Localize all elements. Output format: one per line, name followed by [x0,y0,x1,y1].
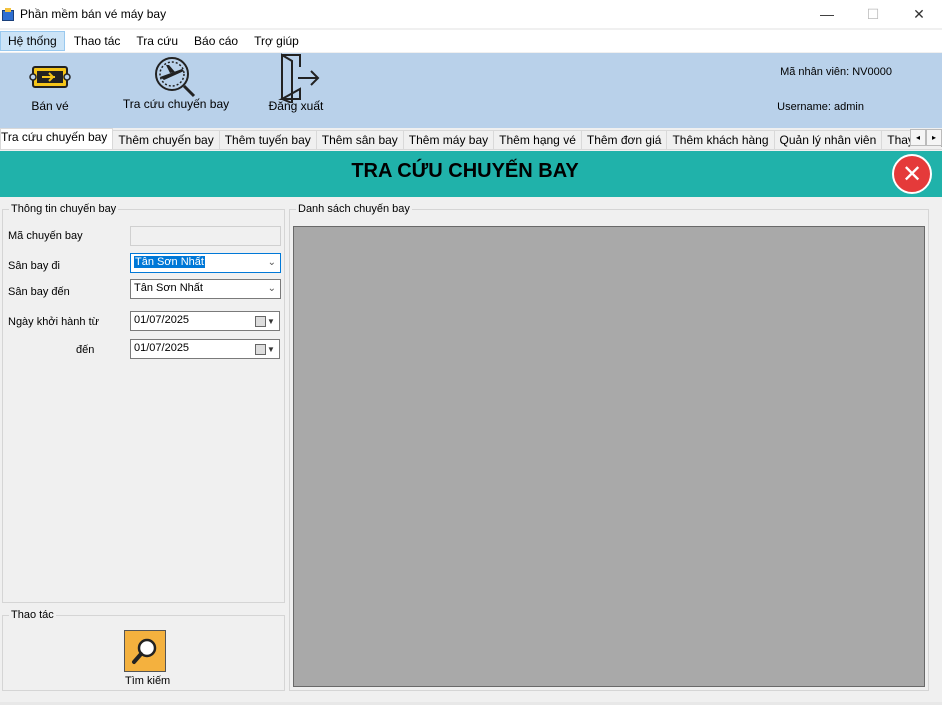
employee-id-text: Mã nhân viên: NV0000 [780,66,892,78]
tab-them-may-bay[interactable]: Thêm máy bay [402,130,495,149]
chevron-down-icon: ⌄ [267,257,276,268]
search-label: Tìm kiếm [125,675,171,687]
close-tab-button[interactable]: ✕ [892,154,932,194]
close-icon: ✕ [913,5,925,22]
sell-ticket-button[interactable]: Bán vé [25,59,75,113]
date-from-picker[interactable]: 01/07/2025 ▼ [130,311,280,331]
menu-thao-tac[interactable]: Thao tác [67,32,128,50]
close-x-icon: ✕ [901,160,923,188]
calendar-dropdown-button[interactable]: ▼ [255,315,277,328]
flight-info-legend: Thông tin chuyến bay [11,203,117,215]
tab-them-chuyen-bay[interactable]: Thêm chuyến bay [112,130,220,149]
tab-scroll-left-icon[interactable]: ◂ [910,129,926,146]
tab-scroll-buttons: ◂ ▸ [910,129,942,146]
menu-he-thong[interactable]: Hệ thống [0,31,65,51]
from-airport-value: Tân Sơn Nhất [134,256,205,268]
flight-list-grid[interactable] [293,226,925,687]
toolbar: Bán vé Tra cứu chuyến bay Đăng xuất Mã n… [0,53,942,128]
close-button[interactable]: ✕ [896,0,942,28]
flight-lookup-label: Tra cứu chuyến bay [122,97,230,111]
tab-them-tuyen-bay[interactable]: Thêm tuyến bay [218,130,317,149]
tab-them-don-gia[interactable]: Thêm đơn giá [580,130,668,149]
flight-list-legend: Danh sách chuyến bay [298,203,410,215]
page-banner: TRA CỨU CHUYẾN BAY [0,151,942,197]
tab-them-hang-ve[interactable]: Thêm hạng vé [493,130,582,149]
calendar-icon [255,344,266,355]
from-airport-label: Sân bay đi [8,260,60,272]
search-button[interactable] [124,630,166,672]
actions-legend: Thao tác [11,609,54,621]
flight-code-input[interactable] [130,226,281,246]
logout-icon [278,53,320,103]
calendar-icon [255,316,266,327]
minimize-icon: — [820,6,834,22]
ticket-icon [29,66,71,88]
sell-ticket-label: Bán vé [31,99,69,113]
menu-bao-cao[interactable]: Báo cáo [187,32,245,50]
maximize-button[interactable]: ☐ [850,0,896,28]
to-airport-label: Sân bay đến [8,286,70,298]
calendar-dropdown-button[interactable]: ▼ [255,343,277,356]
tab-them-san-bay[interactable]: Thêm sân bay [315,130,404,149]
app-icon [2,8,14,21]
to-airport-value: Tân Sơn Nhất [134,282,203,294]
to-airport-select[interactable]: Tân Sơn Nhất ⌄ [130,279,281,299]
window-title: Phần mềm bán vé máy bay [20,7,167,21]
date-from-label: Ngày khởi hành từ [8,316,100,328]
chevron-down-icon: ⌄ [267,283,276,294]
dropdown-arrow-icon: ▼ [267,317,275,326]
search-icon [132,638,157,664]
tab-strip: Tra cứu chuyến bay Thêm chuyến bay Thêm … [0,128,942,150]
logout-label: Đăng xuất [268,99,324,113]
logout-button[interactable]: Đăng xuất [266,53,326,113]
tab-tra-cuu-chuyen-bay[interactable]: Tra cứu chuyến bay [0,128,114,149]
page-title: TRA CỨU CHUYẾN BAY [351,160,579,182]
dropdown-arrow-icon: ▼ [267,345,275,354]
date-from-value: 01/07/2025 [134,314,190,326]
maximize-icon: ☐ [866,5,880,22]
username-text: Username: admin [777,101,864,113]
minimize-button[interactable]: — [804,0,850,28]
menu-tra-cuu[interactable]: Tra cứu [129,32,185,50]
tab-them-khach-hang[interactable]: Thêm khách hàng [666,130,775,149]
flight-code-label: Mã chuyến bay [8,230,83,242]
date-to-picker[interactable]: 01/07/2025 ▼ [130,339,280,359]
menu-bar: Hệ thống Thao tác Tra cứu Báo cáo Trợ gi… [0,30,942,52]
title-bar: Phần mềm bán vé máy bay — ☐ ✕ [0,0,942,28]
date-to-label: đến [76,344,95,356]
menu-tro-giup[interactable]: Trợ giúp [247,32,306,50]
from-airport-select[interactable]: Tân Sơn Nhất ⌄ [130,253,281,273]
window-controls: — ☐ ✕ [804,0,942,28]
tab-quan-ly-nhan-vien[interactable]: Quản lý nhân viên [773,130,883,149]
flight-lookup-button[interactable]: Tra cứu chuyến bay [122,53,230,111]
date-to-value: 01/07/2025 [134,342,190,354]
tab-scroll-right-icon[interactable]: ▸ [926,129,942,146]
plane-search-icon [155,57,196,98]
